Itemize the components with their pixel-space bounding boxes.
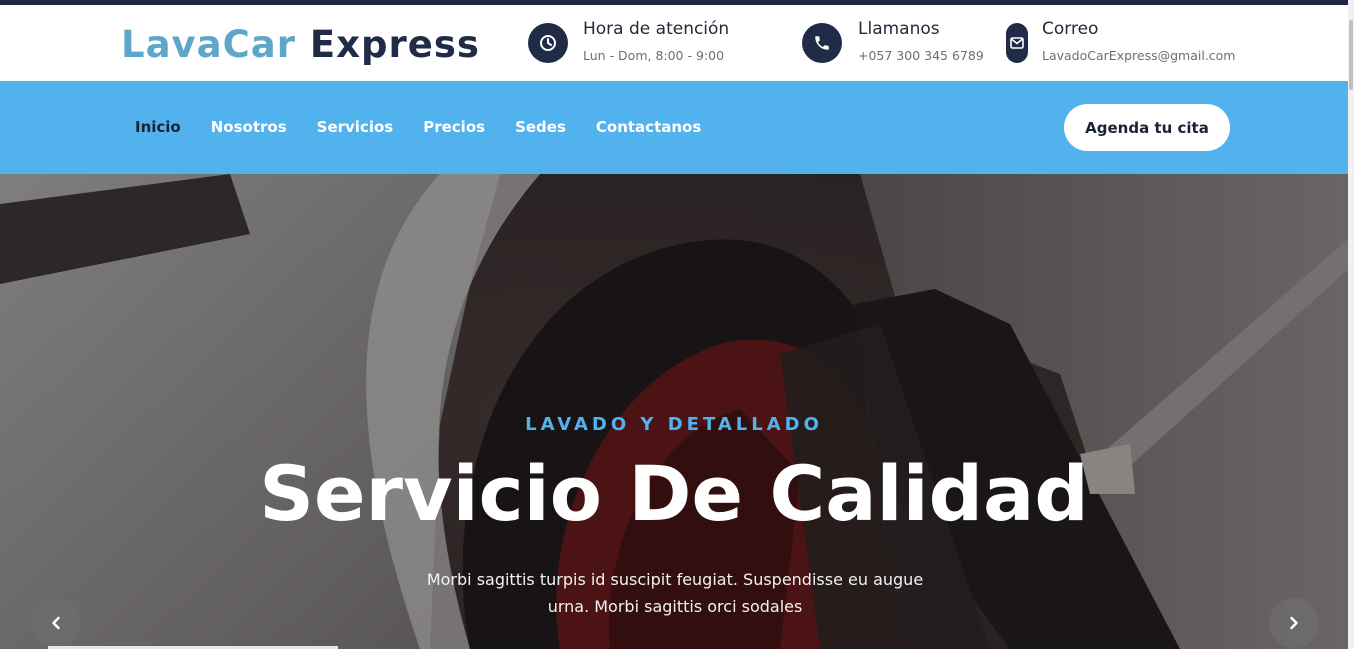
site-header: LavaCar Express Hora de atención Lun - D…	[0, 5, 1354, 81]
main-nav: Inicio Nosotros Servicios Precios Sedes …	[0, 81, 1354, 174]
carousel-next-button[interactable]	[1269, 598, 1319, 648]
contact-hours-detail: Lun - Dom, 8:00 - 9:00	[583, 48, 725, 63]
chevron-right-icon	[1290, 616, 1298, 630]
brand-logo[interactable]: LavaCar Express	[121, 23, 480, 67]
page-scrollbar[interactable]	[1348, 0, 1354, 649]
nav-item-contactanos[interactable]: Contactanos	[596, 118, 701, 136]
contact-hours-title: Hora de atención	[583, 19, 730, 39]
contact-phone-detail[interactable]: +057 300 345 6789	[858, 48, 984, 63]
scrollbar-thumb[interactable]	[1349, 20, 1353, 90]
hero-headline: Servicio De Calidad	[259, 449, 1089, 538]
chevron-left-icon	[52, 616, 60, 630]
carousel-prev-button[interactable]	[31, 598, 81, 648]
contact-phone-title: Llamanos	[858, 19, 940, 39]
nav-item-nosotros[interactable]: Nosotros	[211, 118, 287, 136]
nav-item-sedes[interactable]: Sedes	[515, 118, 566, 136]
nav-menu: Inicio Nosotros Servicios Precios Sedes …	[135, 118, 731, 136]
hero-eyebrow: LAVADO Y DETALLADO	[525, 414, 823, 435]
contact-email-title: Correo	[1042, 19, 1099, 39]
phone-icon	[802, 23, 842, 63]
nav-item-precios[interactable]: Precios	[423, 118, 485, 136]
hero-lead-text: Morbi sagittis turpis id suscipit feugia…	[426, 570, 924, 616]
hero-carousel: LAVADO Y DETALLADO Servicio De Calidad M…	[0, 174, 1354, 649]
nav-item-servicios[interactable]: Servicios	[317, 118, 394, 136]
clock-icon	[528, 23, 568, 63]
book-appointment-button[interactable]: Agenda tu cita	[1064, 104, 1230, 151]
brand-name-part1: LavaCar	[121, 23, 296, 66]
nav-item-inicio[interactable]: Inicio	[135, 118, 181, 136]
envelope-icon	[1006, 23, 1028, 63]
brand-name-part2: Express	[309, 23, 480, 66]
contact-email-detail[interactable]: LavadoCarExpress@gmail.com	[1042, 48, 1236, 63]
